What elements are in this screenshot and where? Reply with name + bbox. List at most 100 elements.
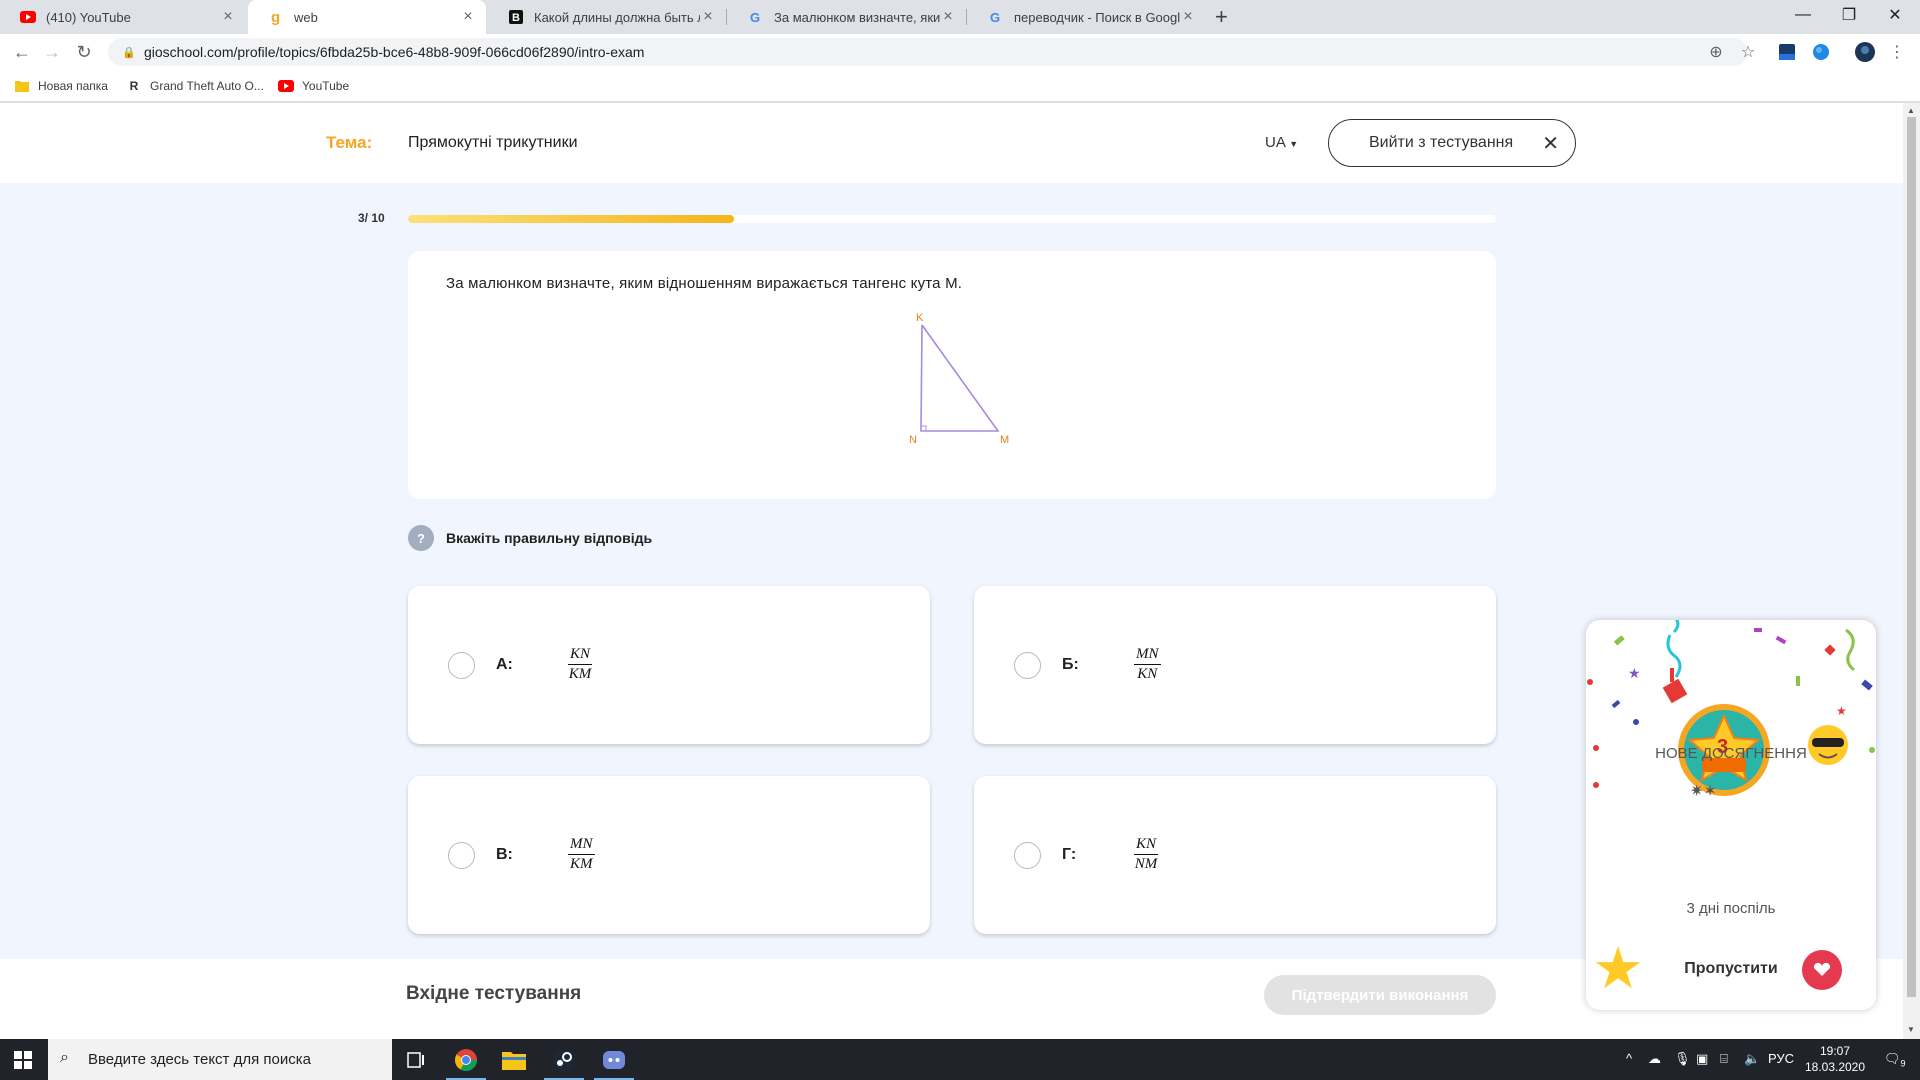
progress-bar xyxy=(408,215,1496,223)
answer-option-b[interactable]: Б: MN KN xyxy=(974,586,1496,744)
menu-kebab-icon[interactable]: ⋮ xyxy=(1886,41,1908,63)
reload-icon[interactable]: ↻ xyxy=(72,40,96,64)
onedrive-cloud-icon[interactable]: ☁ xyxy=(1648,1051,1661,1067)
windows-taskbar: ⌕ Введите здесь текст для поиска ^ ☁ 🎙 ▣… xyxy=(0,1039,1920,1080)
task-view-icon[interactable] xyxy=(392,1039,440,1080)
fraction-denominator: KN xyxy=(1137,666,1158,682)
scroll-up-icon[interactable]: ▲ xyxy=(1907,106,1915,115)
file-explorer-icon[interactable] xyxy=(490,1039,538,1080)
browser-toolbar: ← → ↻ 🔒 gioschool.com/profile/topics/6fb… xyxy=(0,34,1920,70)
radio-button[interactable] xyxy=(448,652,475,679)
browser-tab-youtube[interactable]: (410) YouTube × xyxy=(0,0,246,34)
option-fraction: MN KN xyxy=(1134,646,1161,683)
rockstar-icon: R xyxy=(129,79,139,93)
discord-icon[interactable] xyxy=(590,1039,638,1080)
vertex-label-m: M xyxy=(1000,434,1009,446)
question-card: За малюнком визначте, яким відношенням в… xyxy=(408,251,1496,499)
answer-option-g[interactable]: Г: KN NM xyxy=(974,776,1496,934)
language-selector[interactable]: UA ▼ xyxy=(1265,134,1298,151)
display-icon[interactable]: ▣ xyxy=(1696,1051,1708,1067)
vertex-label-n: N xyxy=(909,434,917,446)
page-scrollbar[interactable]: ▲ ▼ xyxy=(1903,103,1920,1039)
page-header: Тема: Прямокутні трикутники UA ▼ Вийти з… xyxy=(0,103,1903,183)
bookmark-label: Новая папка xyxy=(38,79,108,93)
browser-tab-google-translate[interactable]: G переводчик - Поиск в Google × xyxy=(968,0,1206,34)
fraction-numerator: MN xyxy=(568,836,595,855)
close-tab-icon[interactable]: × xyxy=(940,9,956,25)
radio-button[interactable] xyxy=(1014,652,1041,679)
option-fraction: KN NM xyxy=(1134,836,1159,873)
progress-fill xyxy=(408,215,735,223)
tray-chevron-up-icon[interactable]: ^ xyxy=(1626,1051,1632,1066)
input-language[interactable]: РУС xyxy=(1768,1051,1794,1066)
radio-button[interactable] xyxy=(1014,842,1041,869)
scrollbar-thumb[interactable] xyxy=(1907,117,1916,997)
confirm-button[interactable]: Підтвердити виконання xyxy=(1264,975,1496,1015)
search-icon: ⌕ xyxy=(60,1049,69,1066)
browser-tab-google-question[interactable]: G За малюнком визначте, яким ві × xyxy=(728,0,966,34)
close-tab-icon[interactable]: × xyxy=(460,9,476,25)
tab-separator xyxy=(726,9,727,25)
notifications-icon[interactable]: 🗨9 xyxy=(1884,1051,1906,1069)
extension-globe-icon[interactable] xyxy=(1810,41,1832,63)
extension-icon[interactable] xyxy=(1776,41,1798,63)
tab-title: (410) YouTube xyxy=(46,9,131,25)
browser-tab-web[interactable]: g web × xyxy=(248,0,486,34)
vertex-label-k: K xyxy=(916,312,924,324)
answer-option-a[interactable]: А: KN KM xyxy=(408,586,930,744)
tab-title: За малюнком визначте, яким ві xyxy=(774,9,940,25)
windows-start-icon[interactable] xyxy=(0,1039,46,1080)
question-text: За малюнком визначте, яким відношенням в… xyxy=(446,275,963,292)
svg-text:★: ★ xyxy=(1836,704,1847,718)
microphone-icon[interactable]: 🎙 xyxy=(1674,1051,1691,1067)
bookmark-star-icon[interactable]: ☆ xyxy=(1737,41,1759,63)
svg-text:G: G xyxy=(990,10,1000,24)
clock-date: 18.03.2020 xyxy=(1804,1060,1866,1074)
chrome-taskbar-icon[interactable] xyxy=(442,1039,490,1080)
forward-arrow-icon[interactable]: → xyxy=(40,40,64,64)
radio-button[interactable] xyxy=(448,842,475,869)
option-letter: В: xyxy=(496,846,513,863)
option-letter: Г: xyxy=(1062,846,1077,863)
volume-icon[interactable]: 🔈 xyxy=(1744,1051,1760,1067)
skip-button[interactable]: Пропустити xyxy=(1586,960,1876,978)
google-icon: G xyxy=(988,9,1004,25)
answer-option-v[interactable]: В: MN KM xyxy=(408,776,930,934)
search-placeholder: Введите здесь текст для поиска xyxy=(88,1051,311,1068)
install-app-icon[interactable]: ⊕ xyxy=(1705,41,1727,63)
triangle-outline xyxy=(920,324,1000,432)
address-bar[interactable]: 🔒 gioschool.com/profile/topics/6fbda25b-… xyxy=(108,38,1748,66)
fraction-denominator: KM xyxy=(568,666,592,682)
window-close-icon[interactable]: ✕ xyxy=(1872,0,1918,30)
profile-avatar-icon[interactable] xyxy=(1854,41,1876,63)
exit-test-button[interactable]: Вийти з тестування ✕ xyxy=(1328,119,1576,167)
clock-time: 19:07 xyxy=(1819,1044,1851,1058)
taskbar-clock[interactable]: 19:07 18.03.2020 xyxy=(1800,1043,1870,1075)
fraction-denominator: NM xyxy=(1134,856,1158,872)
exit-test-label: Вийти з тестування xyxy=(1369,134,1514,151)
notification-count: 9 xyxy=(1900,1058,1906,1069)
bookmark-item[interactable]: YouTube xyxy=(278,76,349,96)
browser-tab-znanija[interactable]: B Какой длины должна быть лест × xyxy=(488,0,726,34)
close-tab-icon[interactable]: × xyxy=(700,9,716,25)
back-arrow-icon[interactable]: ← xyxy=(10,40,34,64)
question-mark-icon[interactable]: ? xyxy=(408,525,434,551)
scroll-down-icon[interactable]: ▼ xyxy=(1907,1025,1915,1034)
restore-icon[interactable]: ❐ xyxy=(1826,0,1872,30)
close-tab-icon[interactable]: × xyxy=(1180,9,1196,25)
caret-down-icon: ▼ xyxy=(1289,139,1299,149)
url-text: gioschool.com/profile/topics/6fbda25b-bc… xyxy=(144,44,645,60)
hint-text: Вкажіть правильну відповідь xyxy=(446,530,653,546)
lock-icon: 🔒 xyxy=(122,46,136,59)
taskbar-search-box[interactable]: ⌕ Введите здесь текст для поиска xyxy=(48,1039,392,1080)
minimize-icon[interactable]: — xyxy=(1780,0,1826,30)
new-tab-plus-icon[interactable]: + xyxy=(1215,4,1228,30)
bookmark-item[interactable]: Новая папка xyxy=(14,76,108,96)
network-icon[interactable]: ⌸ xyxy=(1720,1051,1728,1067)
topic-label: Тема: xyxy=(326,133,373,152)
option-letter: А: xyxy=(496,656,513,673)
steam-icon[interactable] xyxy=(540,1039,588,1080)
folder-icon xyxy=(14,79,30,93)
bookmark-item[interactable]: R Grand Theft Auto O... xyxy=(126,76,264,96)
close-tab-icon[interactable]: × xyxy=(220,9,236,25)
